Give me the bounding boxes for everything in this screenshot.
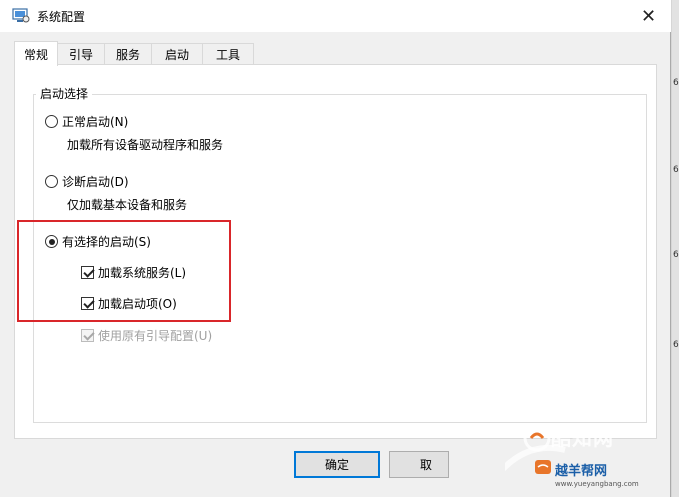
checkbox-checked-disabled-icon xyxy=(81,329,94,342)
tab-boot[interactable]: 引导 xyxy=(57,43,105,65)
tab-services[interactable]: 服务 xyxy=(104,43,152,65)
tab-startup[interactable]: 启动 xyxy=(151,43,203,65)
use-original-boot-config-label: 使用原有引导配置(U) xyxy=(98,329,213,343)
cancel-button[interactable]: 取 xyxy=(389,451,449,478)
window-title: 系统配置 xyxy=(37,10,86,24)
normal-startup-radio[interactable]: 正常启动(N) xyxy=(45,113,128,130)
close-icon: ✕ xyxy=(640,5,657,27)
selective-startup-radio-icon xyxy=(45,235,58,248)
load-system-services-label: 加载系统服务(L) xyxy=(98,266,187,280)
normal-startup-radio-icon xyxy=(45,115,58,128)
diagnostic-startup-label: 诊断启动(D) xyxy=(62,175,129,189)
normal-startup-label: 正常启动(N) xyxy=(62,115,129,129)
diagnostic-startup-description: 仅加载基本设备和服务 xyxy=(67,198,188,212)
tab-general[interactable]: 常规 xyxy=(14,41,58,66)
checkbox-checked-icon xyxy=(81,297,94,310)
diagnostic-startup-radio-icon xyxy=(45,175,58,188)
close-button[interactable]: ✕ xyxy=(626,0,671,32)
background-text: 6 xyxy=(673,340,679,350)
selective-startup-label: 有选择的启动(S) xyxy=(62,235,151,249)
background-window-strip: 6 6 6 6 xyxy=(672,0,679,497)
tab-tools[interactable]: 工具 xyxy=(202,43,254,65)
ok-button[interactable]: 确定 xyxy=(294,451,380,478)
load-system-services-checkbox[interactable]: 加载系统服务(L) xyxy=(81,264,186,281)
diagnostic-startup-radio[interactable]: 诊断启动(D) xyxy=(45,173,129,190)
startup-selection-label: 启动选择 xyxy=(36,85,93,102)
general-tab-panel: 启动选择 正常启动(N) 加载所有设备驱动程序和服务 诊断启动(D) 仅加载基本… xyxy=(14,64,657,439)
normal-startup-description: 加载所有设备驱动程序和服务 xyxy=(67,138,224,152)
use-original-boot-config-checkbox: 使用原有引导配置(U) xyxy=(81,327,212,344)
checkbox-checked-icon xyxy=(81,266,94,279)
selective-startup-radio[interactable]: 有选择的启动(S) xyxy=(45,233,151,250)
system-config-dialog: 系统配置 ✕ 常规 引导 服务 启动 工具 启动选择 正常启动(N) 加载所有设… xyxy=(0,0,671,497)
title-bar[interactable]: 系统配置 ✕ xyxy=(0,0,671,32)
msconfig-app-icon xyxy=(12,8,30,23)
load-startup-items-label: 加载启动项(O) xyxy=(98,297,177,311)
background-text: 6 xyxy=(673,78,679,88)
background-text: 6 xyxy=(673,165,679,175)
background-text: 6 xyxy=(673,250,679,260)
load-startup-items-checkbox[interactable]: 加载启动项(O) xyxy=(81,295,177,312)
